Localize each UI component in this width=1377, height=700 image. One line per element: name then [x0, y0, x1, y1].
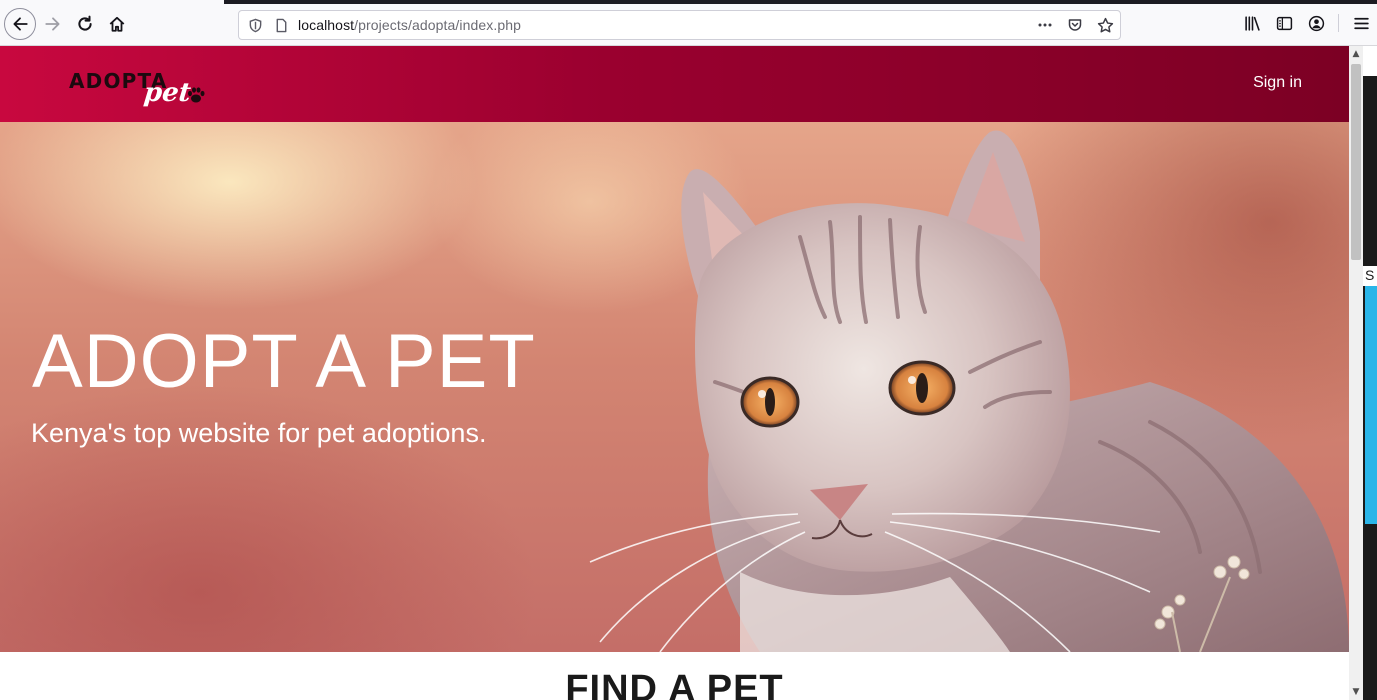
scroll-down-arrow-icon[interactable]: ▼	[1349, 684, 1363, 700]
reload-button[interactable]	[70, 9, 100, 39]
forward-button[interactable]	[38, 9, 68, 39]
background-blue-panel	[1365, 286, 1377, 524]
page-viewport: ADOPTA pet Sign in ADOPT A PET Kenya's t…	[0, 46, 1349, 700]
url-text[interactable]: localhost/projects/adopta/index.php	[298, 17, 521, 33]
library-icon[interactable]	[1236, 8, 1268, 38]
toolbar-right	[1236, 8, 1377, 38]
background-window-edge: S	[1363, 46, 1377, 700]
hero-title: ADOPT A PET	[32, 319, 536, 404]
background-dark-panel	[1363, 524, 1377, 700]
menu-icon[interactable]	[1345, 8, 1377, 38]
paw-icon	[188, 87, 205, 103]
browser-toolbar: localhost/projects/adopta/index.php	[0, 0, 1377, 46]
home-icon	[109, 16, 125, 32]
window-top-strip	[224, 0, 1377, 4]
bookmark-star-icon[interactable]	[1096, 16, 1114, 34]
find-a-pet-heading: FIND A PET	[565, 668, 784, 700]
hero-subtitle: Kenya's top website for pet adoptions.	[31, 418, 487, 448]
site-logo[interactable]: ADOPTA pet	[68, 66, 218, 110]
home-button[interactable]	[102, 9, 132, 39]
hero-banner: ADOPT A PET Kenya's top website for pet …	[0, 122, 1349, 652]
address-bar[interactable]: localhost/projects/adopta/index.php	[238, 10, 1121, 40]
sign-in-link[interactable]: Sign in	[1253, 74, 1302, 92]
scroll-up-arrow-icon[interactable]: ▲	[1349, 46, 1363, 62]
background-dark-panel	[1363, 76, 1377, 266]
page-scrollbar[interactable]: ▲ ▼	[1349, 46, 1363, 700]
back-button[interactable]	[4, 8, 36, 40]
forward-icon	[45, 17, 60, 31]
more-icon[interactable]	[1036, 16, 1054, 34]
reload-icon	[78, 15, 92, 31]
logo-pet: pet	[142, 78, 193, 108]
pocket-icon[interactable]	[1066, 16, 1084, 34]
background-window-text: S	[1365, 267, 1375, 283]
sidebar-icon[interactable]	[1268, 8, 1300, 38]
scroll-thumb[interactable]	[1351, 64, 1361, 260]
address-bar-actions	[1036, 11, 1114, 39]
account-icon[interactable]	[1300, 8, 1332, 38]
site-header: ADOPTA pet Sign in	[0, 46, 1349, 122]
url-host: localhost	[298, 17, 355, 33]
page-icon[interactable]	[273, 17, 289, 33]
shield-icon[interactable]	[247, 17, 263, 33]
back-icon	[13, 17, 28, 31]
toolbar-divider	[1338, 14, 1339, 32]
url-path: /projects/adopta/index.php	[354, 17, 521, 33]
